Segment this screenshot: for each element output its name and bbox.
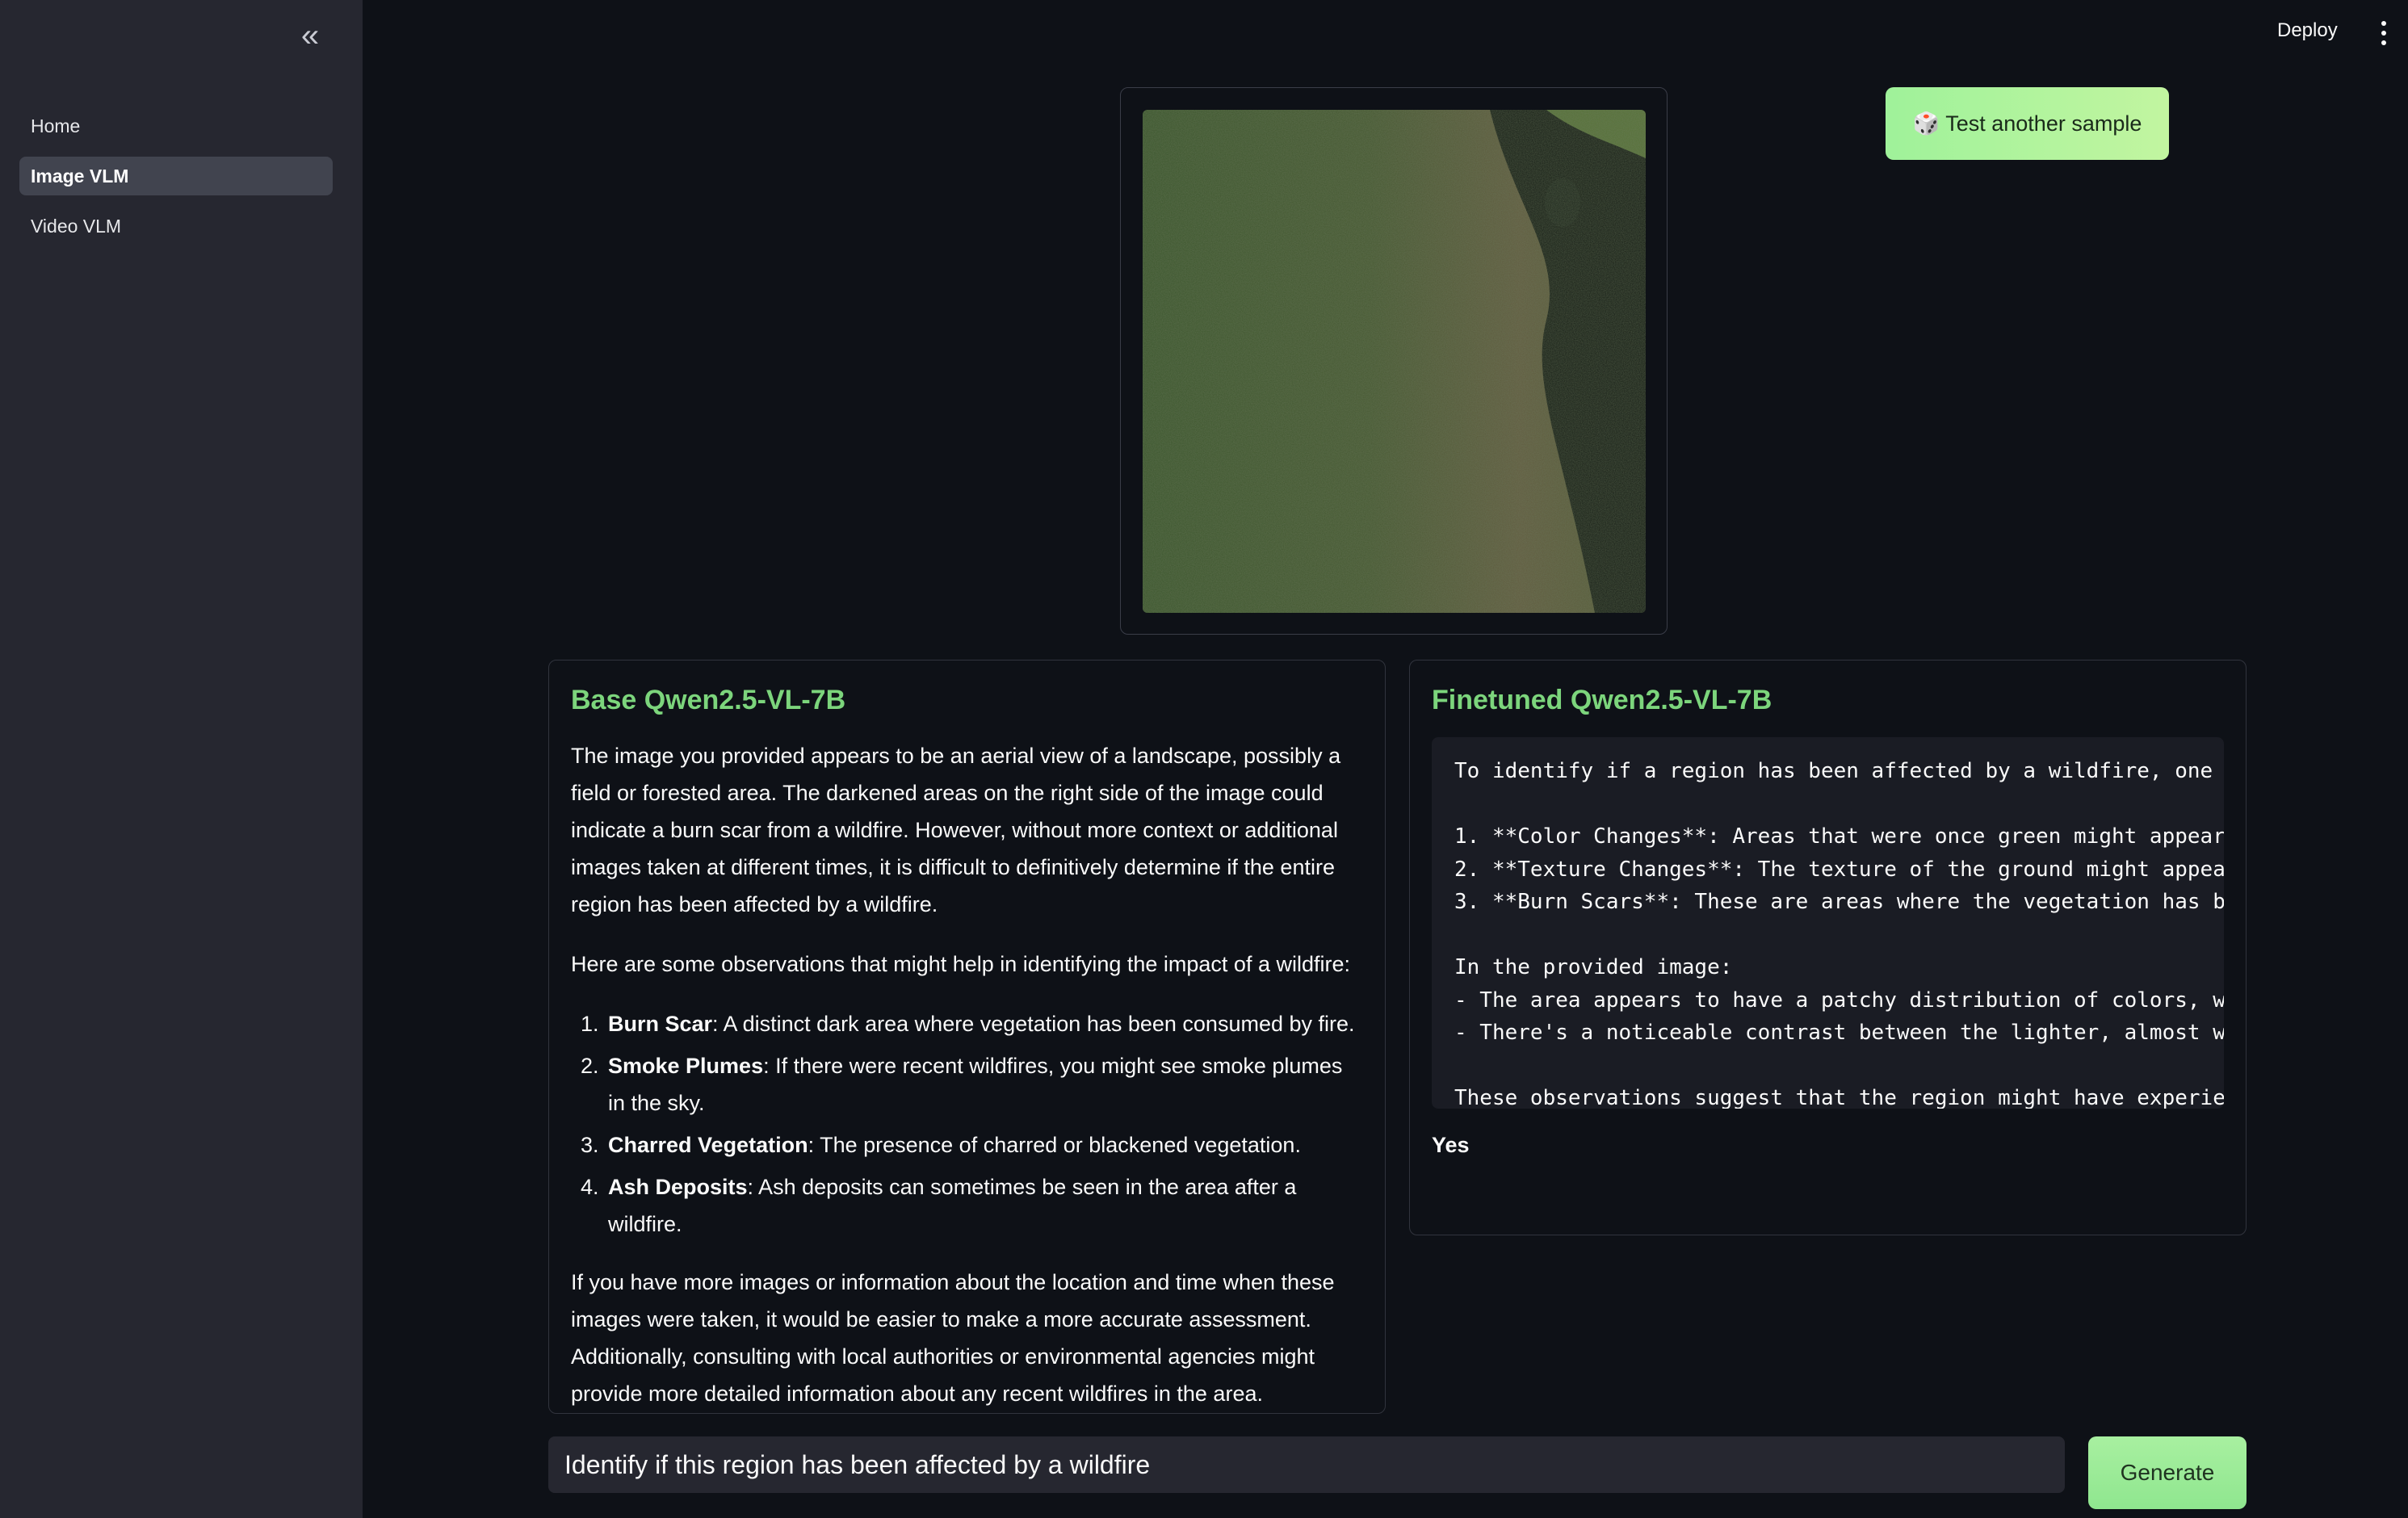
code-line: In the provided image:: [1454, 955, 1733, 979]
sidebar-item-label: Image VLM: [31, 165, 129, 187]
code-line: 3. **Burn Scars**: These are areas where…: [1454, 890, 2224, 914]
collapse-sidebar-icon[interactable]: «: [292, 18, 328, 53]
base-lead-text: Here are some observations that might he…: [571, 952, 1350, 976]
sidebar-item-label: Video VLM: [31, 215, 122, 237]
sidebar-item-video-vlm[interactable]: Video VLM: [19, 207, 333, 245]
observation-list: Burn Scar: A distinct dark area where ve…: [571, 1005, 1363, 1243]
list-item: Ash Deposits: Ash deposits can sometimes…: [605, 1168, 1363, 1243]
observation-text: : A distinct dark area where vegetation …: [712, 1012, 1355, 1036]
sample-image-frame: [1120, 87, 1668, 635]
list-item: Smoke Plumes: If there were recent wildf…: [605, 1047, 1363, 1122]
code-line: 2. **Texture Changes**: The texture of t…: [1454, 857, 2224, 882]
test-another-sample-button[interactable]: 🎲 Test another sample: [1886, 87, 2169, 160]
base-intro-text: The image you provided appears to be an …: [571, 744, 1341, 916]
prompt-input[interactable]: [548, 1436, 2065, 1493]
sidebar-nav: Home Image VLM Video VLM: [19, 107, 333, 257]
code-line: These observations suggest that the regi…: [1454, 1086, 2224, 1109]
sidebar-item-home[interactable]: Home: [19, 107, 333, 145]
finetuned-verdict: Yes: [1432, 1133, 1470, 1157]
code-line: - There's a noticeable contrast between …: [1454, 1021, 2224, 1045]
sidebar: « Home Image VLM Video VLM: [0, 0, 363, 1518]
observation-term: Ash Deposits: [608, 1175, 748, 1199]
observation-text: : The presence of charred or blackened v…: [808, 1133, 1301, 1157]
list-item: Burn Scar: A distinct dark area where ve…: [605, 1005, 1363, 1042]
code-output-box[interactable]: To identify if a region has been affecte…: [1432, 737, 2224, 1109]
code-line: 1. **Color Changes**: Areas that were on…: [1454, 824, 2224, 849]
deploy-button[interactable]: Deploy: [2277, 19, 2338, 42]
observation-term: Burn Scar: [608, 1012, 713, 1036]
aerial-image: [1143, 110, 1646, 613]
finetuned-model-card: Finetuned Qwen2.5-VL-7B To identify if a…: [1409, 660, 2246, 1235]
sidebar-item-image-vlm[interactable]: Image VLM: [19, 157, 333, 195]
base-model-card: Base Qwen2.5-VL-7B The image you provide…: [548, 660, 1386, 1414]
observation-term: Smoke Plumes: [608, 1054, 764, 1078]
generate-button[interactable]: Generate: [2088, 1436, 2246, 1509]
code-line: To identify if a region has been affecte…: [1454, 759, 2224, 783]
list-item: Charred Vegetation: The presence of char…: [605, 1126, 1363, 1164]
base-model-title: Base Qwen2.5-VL-7B: [571, 685, 846, 715]
base-closing-text: If you have more images or information a…: [571, 1270, 1335, 1406]
code-line: - The area appears to have a patchy dist…: [1454, 988, 2224, 1013]
observation-term: Charred Vegetation: [608, 1133, 808, 1157]
kebab-menu-icon[interactable]: [2374, 21, 2393, 45]
finetuned-model-title: Finetuned Qwen2.5-VL-7B: [1432, 685, 1772, 715]
sidebar-item-label: Home: [31, 115, 81, 136]
